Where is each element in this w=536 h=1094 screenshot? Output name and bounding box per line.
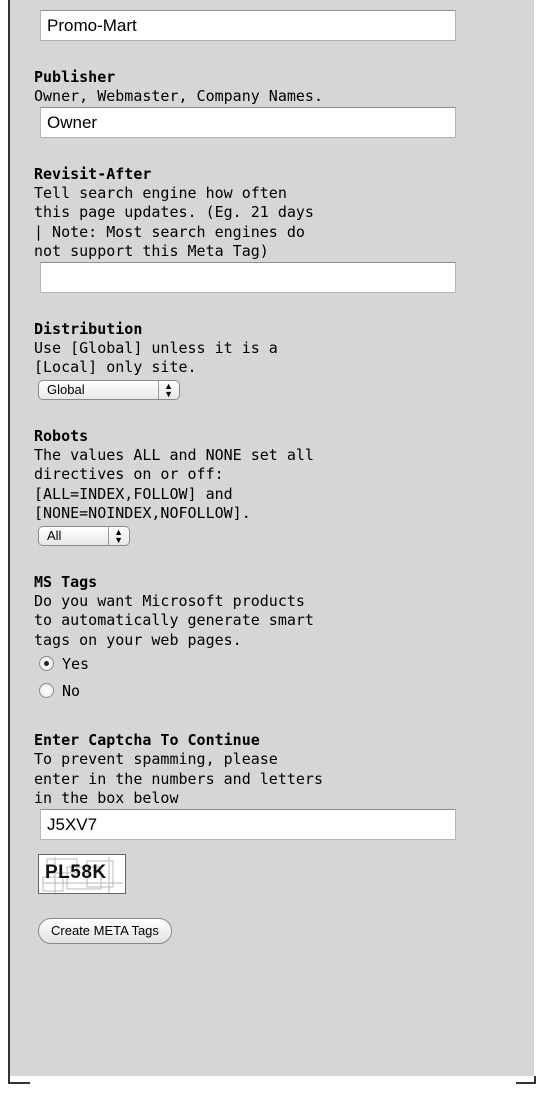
ms-tags-option-no[interactable]: No bbox=[34, 677, 474, 704]
ms-tags-yes-label: Yes bbox=[62, 654, 90, 673]
radio-selected-icon[interactable] bbox=[39, 656, 54, 671]
captcha-description: To prevent spamming, please enter in the… bbox=[34, 750, 323, 807]
robots-select[interactable]: All ▲ ▼ bbox=[38, 525, 130, 546]
up-down-arrows-icon: ▲ ▼ bbox=[158, 380, 173, 399]
distribution-selected-value: Global bbox=[47, 382, 85, 397]
create-meta-tags-button[interactable]: Create META Tags bbox=[38, 917, 172, 944]
revisit-after-input[interactable] bbox=[40, 261, 456, 293]
panel-corner-right bbox=[516, 1076, 536, 1084]
captcha-label: Enter Captcha To Continue bbox=[34, 731, 260, 749]
distribution-description: Use [Global] unless it is a [Local] only… bbox=[34, 338, 278, 377]
up-down-arrows-icon: ▲ ▼ bbox=[108, 526, 123, 545]
robots-label: Robots bbox=[34, 426, 89, 445]
publisher-label: Publisher bbox=[34, 68, 116, 86]
ms-tags-no-label: No bbox=[62, 681, 81, 700]
ms-tags-description: Do you want Microsoft products to automa… bbox=[34, 591, 314, 649]
robots-description: The values ALL and NONE set all directiv… bbox=[34, 445, 314, 523]
meta-tag-form: Promo-Mart Publisher Owner, Webmaster, C… bbox=[34, 0, 474, 962]
company-input[interactable]: Promo-Mart bbox=[40, 10, 456, 41]
distribution-label: Distribution bbox=[34, 319, 143, 338]
panel-corner-left bbox=[8, 1076, 30, 1084]
captcha-code: PL58K bbox=[45, 861, 107, 883]
publisher-description: Owner, Webmaster, Company Names. bbox=[34, 87, 323, 105]
revisit-after-label: Revisit-After bbox=[34, 164, 152, 183]
radio-unselected-icon[interactable] bbox=[39, 683, 54, 698]
ms-tags-option-yes[interactable]: Yes bbox=[34, 650, 474, 677]
robots-selected-value: All bbox=[47, 528, 62, 543]
revisit-after-description: Tell search engine how often this page u… bbox=[34, 183, 314, 261]
distribution-select[interactable]: Global ▲ ▼ bbox=[38, 379, 180, 400]
captcha-input[interactable]: J5XV7 bbox=[40, 808, 456, 840]
captcha-image: PL58K bbox=[38, 853, 126, 894]
ms-tags-label: MS Tags bbox=[34, 572, 98, 591]
publisher-input[interactable]: Owner bbox=[40, 106, 456, 138]
